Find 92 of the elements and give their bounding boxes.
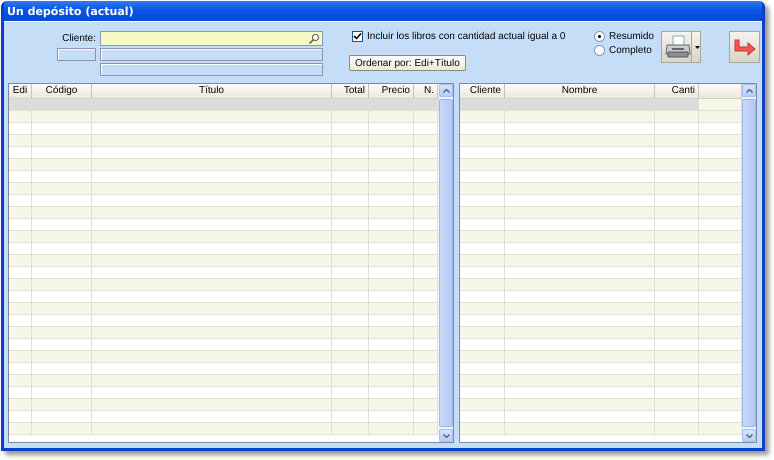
table-row[interactable] [9,303,439,315]
report-mode-radio[interactable]: Completo [594,45,654,56]
table-cell [9,423,32,435]
scroll-up-button[interactable] [742,84,756,97]
table-row[interactable] [460,267,742,279]
table-row[interactable] [9,267,439,279]
table-row[interactable] [460,291,742,303]
report-mode-radio[interactable]: Resumido [594,31,654,42]
column-header[interactable]: N. [414,84,438,98]
chevron-down-icon [746,434,752,438]
sort-button[interactable]: Ordenar por: Edi+Título [349,55,466,71]
table-row[interactable] [9,147,439,159]
table-row[interactable] [9,123,439,135]
table-row[interactable] [460,171,742,183]
table-row[interactable] [460,135,742,147]
table-row[interactable] [460,243,742,255]
table-row[interactable] [9,243,439,255]
table-row[interactable] [460,375,742,387]
table-row[interactable] [9,339,439,351]
print-button[interactable] [661,31,701,63]
table-row[interactable] [460,279,742,291]
table-cell [332,423,369,435]
column-header[interactable]: Nombre [505,84,655,98]
table-row[interactable] [460,303,742,315]
table-row[interactable] [460,399,742,411]
table-row[interactable] [460,387,742,399]
column-header[interactable]: Total [332,84,369,98]
table-row[interactable] [9,111,439,123]
table-row[interactable] [460,255,742,267]
table-row[interactable] [9,195,439,207]
include-zero-checkbox[interactable]: Incluir los libros con cantidad actual igual a 0 [352,31,566,42]
table-row[interactable] [460,147,742,159]
table-row[interactable] [460,183,742,195]
table-row[interactable] [9,399,439,411]
chevron-up-icon [746,88,752,92]
column-header[interactable]: Edi [9,84,32,98]
scroll-down-button[interactable] [742,429,756,442]
search-icon[interactable] [308,33,320,45]
column-header[interactable]: Precio [369,84,414,98]
table-row[interactable] [460,411,742,423]
table-row[interactable] [460,363,742,375]
scroll-up-button[interactable] [439,84,453,97]
table-row[interactable] [9,231,439,243]
table-row[interactable] [9,291,439,303]
table-row[interactable] [460,195,742,207]
table-cell [655,423,699,435]
column-header[interactable]: Código [32,84,92,98]
window-title: Un depósito (actual) [7,4,134,18]
table-row[interactable] [9,255,439,267]
table-row[interactable] [460,315,742,327]
table-row[interactable] [460,231,742,243]
client-code-field [57,48,96,61]
caret-icon [695,46,700,48]
table-row[interactable] [9,351,439,363]
table-row[interactable] [460,351,742,363]
table-row[interactable] [9,387,439,399]
table-row[interactable] [460,219,742,231]
column-header[interactable]: Canti [655,84,699,98]
table-cell [369,423,414,435]
client-label: Cliente: [62,33,96,44]
table-cell [414,423,438,435]
table-row[interactable] [9,135,439,147]
table-row[interactable] [460,327,742,339]
table-row[interactable] [460,339,742,351]
table-cell [32,423,92,435]
printer-icon [665,35,691,59]
exit-button[interactable] [729,31,760,63]
table-row[interactable] [9,159,439,171]
column-header[interactable]: Cliente [460,84,505,98]
column-header[interactable]: Título [92,84,332,98]
table-row[interactable] [9,207,439,219]
exit-arrow-icon [734,38,756,56]
table-row[interactable] [9,411,439,423]
chevron-down-icon [442,434,450,438]
table-row[interactable] [460,111,742,123]
table-row[interactable] [9,375,439,387]
scroll-down-button[interactable] [439,429,453,442]
table-row[interactable] [460,123,742,135]
checkbox[interactable] [352,31,363,42]
table-row[interactable] [9,279,439,291]
client-field[interactable] [100,31,323,46]
table-cell [460,423,505,435]
table-row[interactable] [9,171,439,183]
table-row[interactable] [460,159,742,171]
table-row[interactable] [9,327,439,339]
table-row[interactable] [9,219,439,231]
table-cell [699,99,742,111]
table-row[interactable] [9,363,439,375]
table-row[interactable] [9,183,439,195]
table-row[interactable] [460,207,742,219]
chevron-up-icon [442,88,450,92]
table-row[interactable] [9,315,439,327]
